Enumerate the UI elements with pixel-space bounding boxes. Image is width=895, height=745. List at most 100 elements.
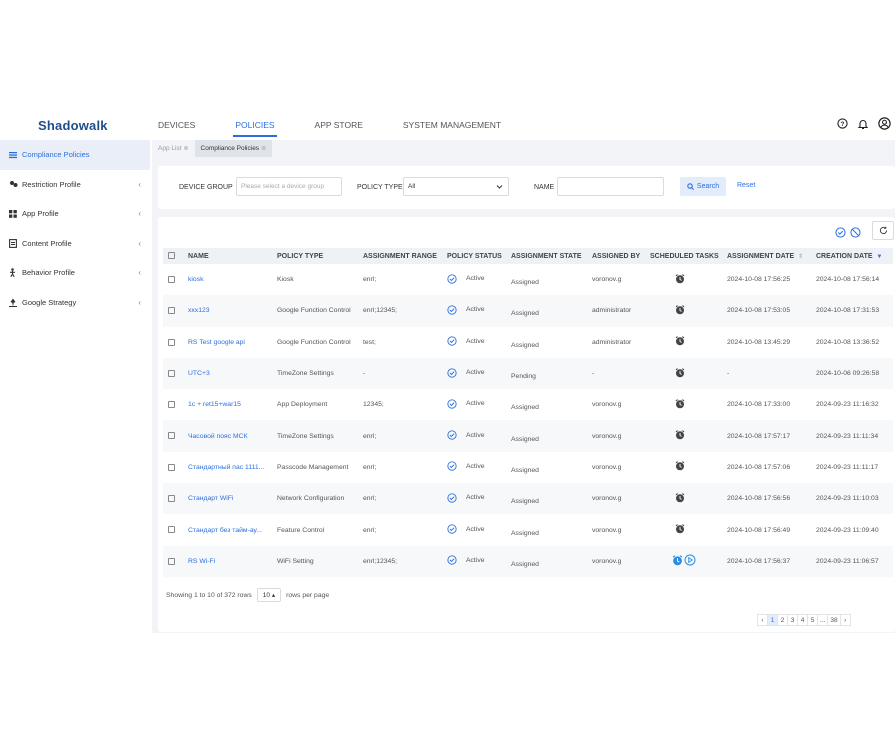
table-row[interactable]: Стандарт WiFi Network Configuration enrl; A… xyxy=(163,483,893,515)
sidebar-item-behavior-profile[interactable]: Behavior Profile ‹ xyxy=(0,258,150,288)
policy-name-link[interactable]: Стандарт без тайм-ау... xyxy=(183,514,272,545)
creation-date-cell: 2024-10-08 17:31:53 xyxy=(811,295,893,327)
sidebar-item-content-profile[interactable]: Content Profile ‹ xyxy=(0,229,150,259)
check-circle-icon[interactable] xyxy=(835,227,846,238)
column-header-scheduled-tasks[interactable]: SCHEDULED TASKS xyxy=(645,248,722,264)
policy-status-cell: Active xyxy=(442,389,506,420)
policy-name-link[interactable]: Стандарт WiFi xyxy=(183,483,272,515)
column-header-assignment-state[interactable]: ASSIGNMENT STATE xyxy=(506,248,587,264)
row-checkbox[interactable] xyxy=(163,514,183,545)
sidebar-item-google-strategy[interactable]: Google Strategy ‹ xyxy=(0,288,150,318)
policy-name-link[interactable]: xxx123 xyxy=(183,295,272,327)
row-checkbox[interactable] xyxy=(163,483,183,515)
user-avatar-icon[interactable] xyxy=(878,117,891,130)
row-checkbox[interactable] xyxy=(163,327,183,358)
name-label: NAME xyxy=(534,184,555,191)
column-header-creation-date[interactable]: CREATION DATE ▼ xyxy=(811,248,893,264)
select-all-checkbox[interactable] xyxy=(163,248,183,264)
policy-name-link[interactable]: kiosk xyxy=(183,264,272,295)
play-icon[interactable] xyxy=(684,554,696,566)
close-icon[interactable]: ⊗ xyxy=(184,145,189,152)
nav-devices-tab[interactable]: DEVICES xyxy=(158,120,195,134)
tab-compliance-policies[interactable]: Compliance Policies ⊗ xyxy=(194,140,273,157)
table-row[interactable]: UTC+3 TimeZone Settings - Active Pending - -20… xyxy=(163,357,893,390)
assignment-range-cell: enrl; xyxy=(363,526,377,534)
check-circle-icon xyxy=(447,461,461,472)
scheduled-task-clock-icon[interactable] xyxy=(675,399,685,409)
table-row[interactable]: 1c + ret15+war15 App Deployment 12345; Acti… xyxy=(163,389,893,420)
assignment-range-cell: enrl;12345; xyxy=(358,295,442,327)
column-header-assigned-by[interactable]: ASSIGNED BY xyxy=(587,248,645,264)
search-button[interactable]: Search xyxy=(680,177,726,196)
bell-icon[interactable] xyxy=(857,118,869,130)
table-row[interactable]: kiosk Kiosk enrl; Active Assigned voronov.g 20… xyxy=(163,264,893,295)
table-row[interactable]: RS Test google api Google Function Contro… xyxy=(163,327,893,358)
refresh-button[interactable] xyxy=(872,221,894,240)
scheduled-task-clock-icon[interactable] xyxy=(675,492,685,503)
app-logo[interactable]: Shadowalk xyxy=(38,118,108,133)
row-checkbox[interactable] xyxy=(163,295,183,327)
policy-name-link[interactable]: Часовой пояс МСК xyxy=(183,420,272,452)
row-checkbox[interactable] xyxy=(163,389,183,420)
policy-name-link[interactable]: UTC+3 xyxy=(183,357,272,390)
scheduled-tasks-cell xyxy=(645,514,722,545)
table-row[interactable]: Стандарт без тайм-ау... Feature Control en… xyxy=(163,514,893,545)
scheduled-tasks-cell xyxy=(645,483,722,515)
scheduled-task-clock-icon[interactable] xyxy=(675,305,685,315)
tab-app-list[interactable]: App List ⊗ xyxy=(152,140,195,157)
help-icon[interactable]: ? xyxy=(837,118,848,129)
close-icon[interactable]: ⊗ xyxy=(261,145,266,152)
assigned-by-cell: voronov.g xyxy=(592,401,622,409)
scheduled-task-clock-icon[interactable] xyxy=(675,273,685,284)
sidebar-item-app-profile[interactable]: App Profile ‹ xyxy=(0,199,150,229)
nav-system-management-tab[interactable]: SYSTEM MANAGEMENT xyxy=(403,120,501,134)
nav-app-store-tab[interactable]: APP STORE xyxy=(315,120,363,134)
pagination-next-button[interactable]: › xyxy=(839,614,851,626)
refresh-icon xyxy=(879,226,888,235)
table-row[interactable]: Стандартный пас 1111... Passcode Manageme… xyxy=(163,452,893,483)
column-header-name[interactable]: NAME xyxy=(183,248,272,264)
assignment-range-cell: enrl; xyxy=(358,420,442,452)
policy-name-link[interactable]: RS Wi-Fi xyxy=(183,545,272,577)
scheduled-tasks-cell xyxy=(645,264,722,295)
policy-name-link[interactable]: Стандартный пас 1111... xyxy=(183,452,272,483)
column-header-assignment-date[interactable]: ASSIGNMENT DATE ⇕ xyxy=(722,248,811,264)
pagination-page-38[interactable]: 38 xyxy=(827,614,841,626)
column-header-policy-status[interactable]: POLICY STATUS xyxy=(442,248,506,264)
policy-type-select[interactable]: All xyxy=(403,177,509,196)
assignment-state-cell: Assigned xyxy=(511,341,539,349)
assignment-state-cell: Assigned xyxy=(511,404,539,412)
scheduled-task-clock-icon[interactable] xyxy=(675,430,685,440)
sort-icon[interactable]: ⇕ xyxy=(798,254,803,260)
pagination: ‹ 1 2 3 4 5... 38 › xyxy=(757,614,851,626)
assignment-range-cell: 12345; xyxy=(363,401,384,409)
column-header-policy-type[interactable]: POLICY TYPE xyxy=(272,248,358,264)
sidebar-item-compliance-policies[interactable]: Compliance Policies xyxy=(0,140,150,170)
name-input[interactable] xyxy=(557,177,664,196)
assignment-date-cell: 2024-10-08 17:57:17 xyxy=(722,420,811,452)
rows-per-page-select[interactable]: 10 ▴ xyxy=(256,588,282,602)
row-checkbox[interactable] xyxy=(163,264,183,295)
row-checkbox[interactable] xyxy=(163,545,183,577)
nav-policies-tab[interactable]: POLICIES xyxy=(233,120,277,137)
column-header-assignment-range[interactable]: ASSIGNMENT RANGE xyxy=(358,248,442,264)
row-checkbox[interactable] xyxy=(163,357,183,390)
sidebar-item-label: App Profile xyxy=(22,209,59,219)
scheduled-task-clock-icon[interactable] xyxy=(675,461,685,471)
device-group-select[interactable]: Please select a device group xyxy=(236,177,342,196)
sidebar-item-restriction-profile[interactable]: Restriction Profile ‹ xyxy=(0,170,150,200)
table-row[interactable]: RS Wi-Fi WiFi Setting enrl;12345; Active Ass… xyxy=(163,545,893,577)
scheduled-task-clock-icon[interactable] xyxy=(675,524,685,534)
sort-desc-icon[interactable]: ▼ xyxy=(877,254,883,260)
row-checkbox[interactable] xyxy=(163,420,183,452)
row-checkbox[interactable] xyxy=(163,452,183,483)
scheduled-task-clock-icon[interactable] xyxy=(675,336,685,346)
reset-button[interactable]: Reset xyxy=(737,182,755,189)
policy-name-link[interactable]: 1c + ret15+war15 xyxy=(183,389,272,420)
ban-icon[interactable] xyxy=(850,227,861,238)
scheduled-task-clock-icon[interactable] xyxy=(675,367,685,378)
policy-name-link[interactable]: RS Test google api xyxy=(183,327,272,358)
table-row[interactable]: xxx123 Google Function Control enrl;12345;… xyxy=(163,295,893,327)
table-row[interactable]: Часовой пояс МСК TimeZone Settings enrl; Ac… xyxy=(163,420,893,452)
scheduled-task-clock-icon[interactable] xyxy=(672,555,683,566)
